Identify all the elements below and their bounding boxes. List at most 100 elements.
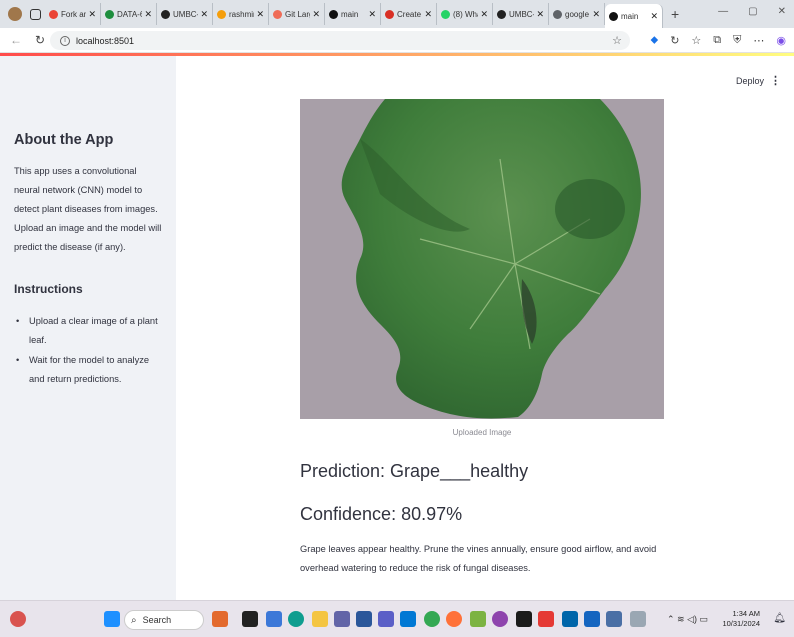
main-menu-icon[interactable]: ⋮ xyxy=(770,74,781,87)
browser-tab[interactable]: main ✕ xyxy=(605,4,663,28)
minimize-icon[interactable]: — xyxy=(718,6,728,17)
shield-icon[interactable]: ⛨ xyxy=(733,34,741,47)
store-icon[interactable] xyxy=(356,611,372,627)
tab-title: main xyxy=(341,9,359,19)
edge-icon[interactable] xyxy=(288,611,304,627)
browser-tab[interactable]: rashmini✕ xyxy=(213,3,269,25)
address-bar-row: ← ↻ i localhost:8501 ☆ ⬥ ↻ ☆ ⧉ ⛨ ⋯ ◉ xyxy=(0,28,794,53)
collections-icon[interactable]: ⧉ xyxy=(713,34,721,47)
favorite-star-icon[interactable]: ☆ xyxy=(612,34,622,47)
tab-close-icon[interactable]: ✕ xyxy=(424,9,432,20)
tab-title: Fork and xyxy=(61,9,86,19)
app-icon[interactable] xyxy=(470,611,486,627)
tab-favicon-icon xyxy=(49,9,58,19)
tab-close-icon[interactable]: ✕ xyxy=(368,9,376,20)
app-icon[interactable] xyxy=(378,611,394,627)
back-icon[interactable]: ← xyxy=(8,33,24,47)
about-heading: About the App xyxy=(14,132,114,148)
firefox-icon[interactable] xyxy=(446,611,462,627)
weather-widget-icon[interactable] xyxy=(10,611,26,627)
browser-tab[interactable]: Git Large✕ xyxy=(269,3,325,25)
site-info-icon[interactable]: i xyxy=(60,35,70,46)
clock-time: 1:34 AM xyxy=(732,609,760,618)
tab-favicon-icon xyxy=(609,11,618,21)
taskbar: ⌕ Search ⌃ ≋ ◁) ▭ 1:34 AM 10/31/2024 🔔︎ xyxy=(0,600,794,637)
browser-tab[interactable]: Fork and✕ xyxy=(45,3,101,25)
copilot-icon[interactable]: ◉ xyxy=(776,34,786,47)
sidebar: About the App This app uses a convolutio… xyxy=(0,56,176,600)
system-tray-icons[interactable]: ⌃ ≋ ◁) ▭ xyxy=(667,614,708,625)
browser-tab[interactable]: (8) Whats✕ xyxy=(437,3,493,25)
tab-close-icon[interactable]: ✕ xyxy=(200,9,208,20)
taskbar-search[interactable]: ⌕ Search xyxy=(124,610,204,630)
refresh-extension-icon[interactable]: ↻ xyxy=(670,34,679,47)
chrome-icon[interactable] xyxy=(424,611,440,627)
copilot-taskbar-icon[interactable] xyxy=(266,611,282,627)
instructions-heading: Instructions xyxy=(14,282,83,296)
tab-favicon-icon xyxy=(161,9,170,19)
browser-tab[interactable]: main ✕ xyxy=(325,3,381,25)
teams-icon[interactable] xyxy=(334,611,350,627)
browser-tab[interactable]: UMBC-D✕ xyxy=(493,3,549,25)
uploaded-leaf-image xyxy=(300,99,664,419)
tab-close-icon[interactable]: ✕ xyxy=(312,9,320,20)
browser-tab[interactable]: DATA-60✕ xyxy=(101,3,157,25)
profile-avatar-icon[interactable] xyxy=(8,7,22,21)
app-icon[interactable] xyxy=(630,611,646,627)
tab-close-icon[interactable]: ✕ xyxy=(536,9,544,20)
prediction-heading: Prediction: Grape___healthy xyxy=(300,461,529,481)
deploy-button[interactable]: Deploy xyxy=(736,76,764,86)
app-icon[interactable] xyxy=(538,611,554,627)
file-explorer-icon[interactable] xyxy=(312,611,328,627)
search-label: Search xyxy=(142,615,172,625)
clock[interactable]: 1:34 AM 10/31/2024 xyxy=(722,609,760,629)
close-window-icon[interactable]: ✕ xyxy=(778,6,786,17)
tab-favicon-icon xyxy=(273,9,282,19)
browser-tab[interactable]: UMBC-D✕ xyxy=(157,3,213,25)
tab-title: UMBC-D xyxy=(509,9,534,19)
tab-favicon-icon xyxy=(329,9,338,19)
tab-close-icon[interactable]: ✕ xyxy=(480,9,488,20)
more-icon[interactable]: ⋯ xyxy=(753,34,764,47)
browser-tab[interactable]: Create yo✕ xyxy=(381,3,437,25)
url-text: localhost:8501 xyxy=(76,35,135,46)
url-field[interactable]: i localhost:8501 ☆ xyxy=(50,31,630,50)
notification-bell-icon[interactable]: 🔔︎ xyxy=(773,613,786,624)
vscode-icon[interactable] xyxy=(562,611,578,627)
favorites-icon[interactable]: ☆ xyxy=(691,34,701,47)
tab-close-icon[interactable]: ✕ xyxy=(256,9,264,20)
tab-close-icon[interactable]: ✕ xyxy=(88,9,96,20)
main-content: Deploy ⋮ Uploaded Image Prediction: Grap… xyxy=(176,56,794,600)
tab-close-icon[interactable]: ✕ xyxy=(592,9,600,20)
list-item: Upload a clear image of a plant leaf. xyxy=(14,312,164,350)
tab-title: UMBC-D xyxy=(173,9,198,19)
list-item: Wait for the model to analyze and return… xyxy=(14,351,164,389)
tab-favicon-icon xyxy=(385,9,394,19)
search-icon: ⌕ xyxy=(131,614,137,626)
app-icon[interactable] xyxy=(606,611,622,627)
widget-icon[interactable] xyxy=(212,611,228,627)
maximize-icon[interactable]: ▢ xyxy=(748,6,757,17)
tab-close-icon[interactable]: ✕ xyxy=(650,11,658,22)
task-view-icon[interactable] xyxy=(242,611,258,627)
new-tab-button[interactable]: + xyxy=(671,6,679,22)
advice-text: Grape leaves appear healthy. Prune the v… xyxy=(300,544,657,573)
about-text: This app uses a convolutional neural net… xyxy=(14,166,162,252)
word-icon[interactable] xyxy=(584,611,600,627)
app-icon[interactable] xyxy=(492,611,508,627)
app-icon[interactable] xyxy=(400,611,416,627)
tab-close-icon[interactable]: ✕ xyxy=(144,9,152,20)
windows-start-icon[interactable] xyxy=(104,611,120,627)
tab-actions-icon[interactable] xyxy=(30,8,41,20)
tab-favicon-icon xyxy=(217,9,226,19)
browser-tab-strip: Fork and✕DATA-60✕UMBC-D✕rashmini✕Git Lar… xyxy=(0,0,794,28)
extension-icon[interactable]: ⬥ xyxy=(650,34,658,47)
browser-tab[interactable]: google c✕ xyxy=(549,3,605,25)
app-icon[interactable] xyxy=(516,611,532,627)
tab-title: Git Large xyxy=(285,9,310,19)
image-caption: Uploaded Image xyxy=(452,428,512,437)
tab-title: DATA-60 xyxy=(117,9,142,19)
tab-favicon-icon xyxy=(553,9,562,19)
reload-icon[interactable]: ↻ xyxy=(32,33,48,47)
clock-date: 10/31/2024 xyxy=(722,619,760,628)
